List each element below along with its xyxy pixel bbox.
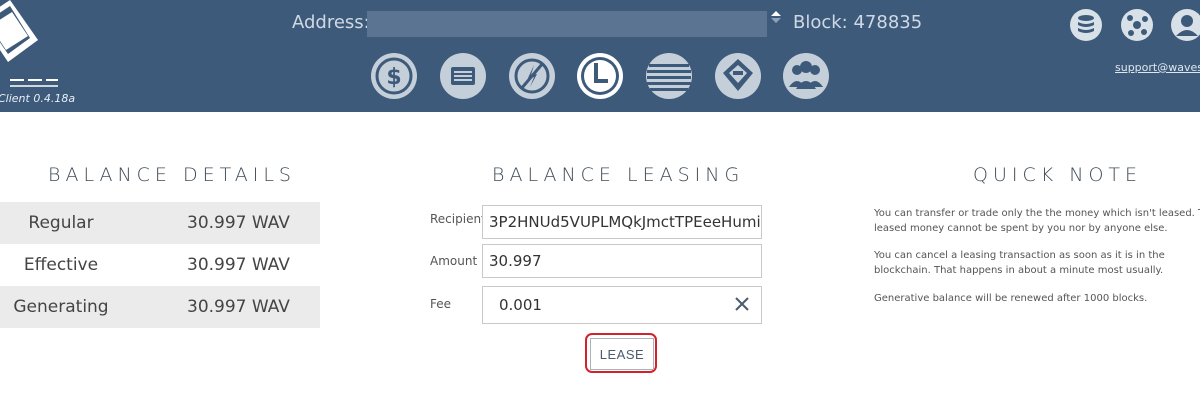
community-icon[interactable]: [781, 51, 831, 101]
sort-icon[interactable]: [771, 8, 781, 23]
amount-label: Amount: [430, 254, 478, 268]
handshake-icon[interactable]: [713, 51, 763, 101]
top-header: Client 0.4.18a Address: Block: 478835 su…: [0, 0, 1200, 112]
balance-row-regular: Regular 30.997 WAV: [0, 202, 320, 244]
recipient-label: Recipient: [430, 212, 486, 226]
quick-note-title: QUICK NOTE: [973, 164, 1143, 186]
address-label: Address:: [292, 12, 370, 33]
note-line: Generative balance will be renewed after…: [874, 293, 1148, 304]
balance-label: Regular: [28, 213, 94, 233]
leasing-icon[interactable]: [575, 51, 625, 101]
amount-input[interactable]: 30.997: [482, 244, 762, 278]
balance-value: 30.997 WAV: [187, 255, 290, 275]
support-email-link[interactable]: support@wavesp: [1115, 61, 1200, 74]
close-icon[interactable]: [733, 295, 751, 313]
user-icon[interactable]: [1170, 8, 1200, 42]
network-icon[interactable]: [1120, 8, 1154, 42]
wallet-icon[interactable]: [438, 51, 488, 101]
balance-row-effective: Effective 30.997 WAV: [0, 244, 320, 286]
client-version: Client 0.4.18a: [0, 92, 76, 105]
balance-label: Generating: [13, 297, 109, 317]
balance-value: 30.997 WAV: [187, 213, 290, 233]
block-height: Block: 478835: [793, 12, 923, 33]
lease-button[interactable]: LEASE: [590, 338, 654, 370]
svg-text:$: $: [386, 65, 401, 90]
dollar-icon[interactable]: $: [369, 51, 419, 101]
note-line: blockchain. That happens in about a minu…: [874, 265, 1164, 276]
address-field[interactable]: [367, 11, 767, 37]
exchange-icon[interactable]: [644, 51, 694, 101]
database-icon[interactable]: [1069, 8, 1103, 42]
note-line: leased money cannot be spent by you nor …: [874, 223, 1168, 234]
balance-value: 30.997 WAV: [187, 297, 290, 317]
note-line: You can transfer or trade only the the m…: [874, 208, 1200, 219]
balance-details-title: BALANCE DETAILS: [48, 164, 296, 186]
fee-label: Fee: [430, 297, 452, 311]
flash-icon[interactable]: [507, 51, 557, 101]
note-line: You can cancel a leasing transaction as …: [874, 250, 1165, 261]
recipient-input[interactable]: 3P2HNUd5VUPLMQkJmctTPEeeHumiPN: [482, 205, 762, 239]
balance-label: Effective: [23, 255, 99, 275]
fee-input[interactable]: 0.001: [482, 286, 762, 324]
balance-leasing-title: BALANCE LEASING: [492, 164, 745, 186]
balance-row-generating: Generating 30.997 WAV: [0, 286, 320, 328]
